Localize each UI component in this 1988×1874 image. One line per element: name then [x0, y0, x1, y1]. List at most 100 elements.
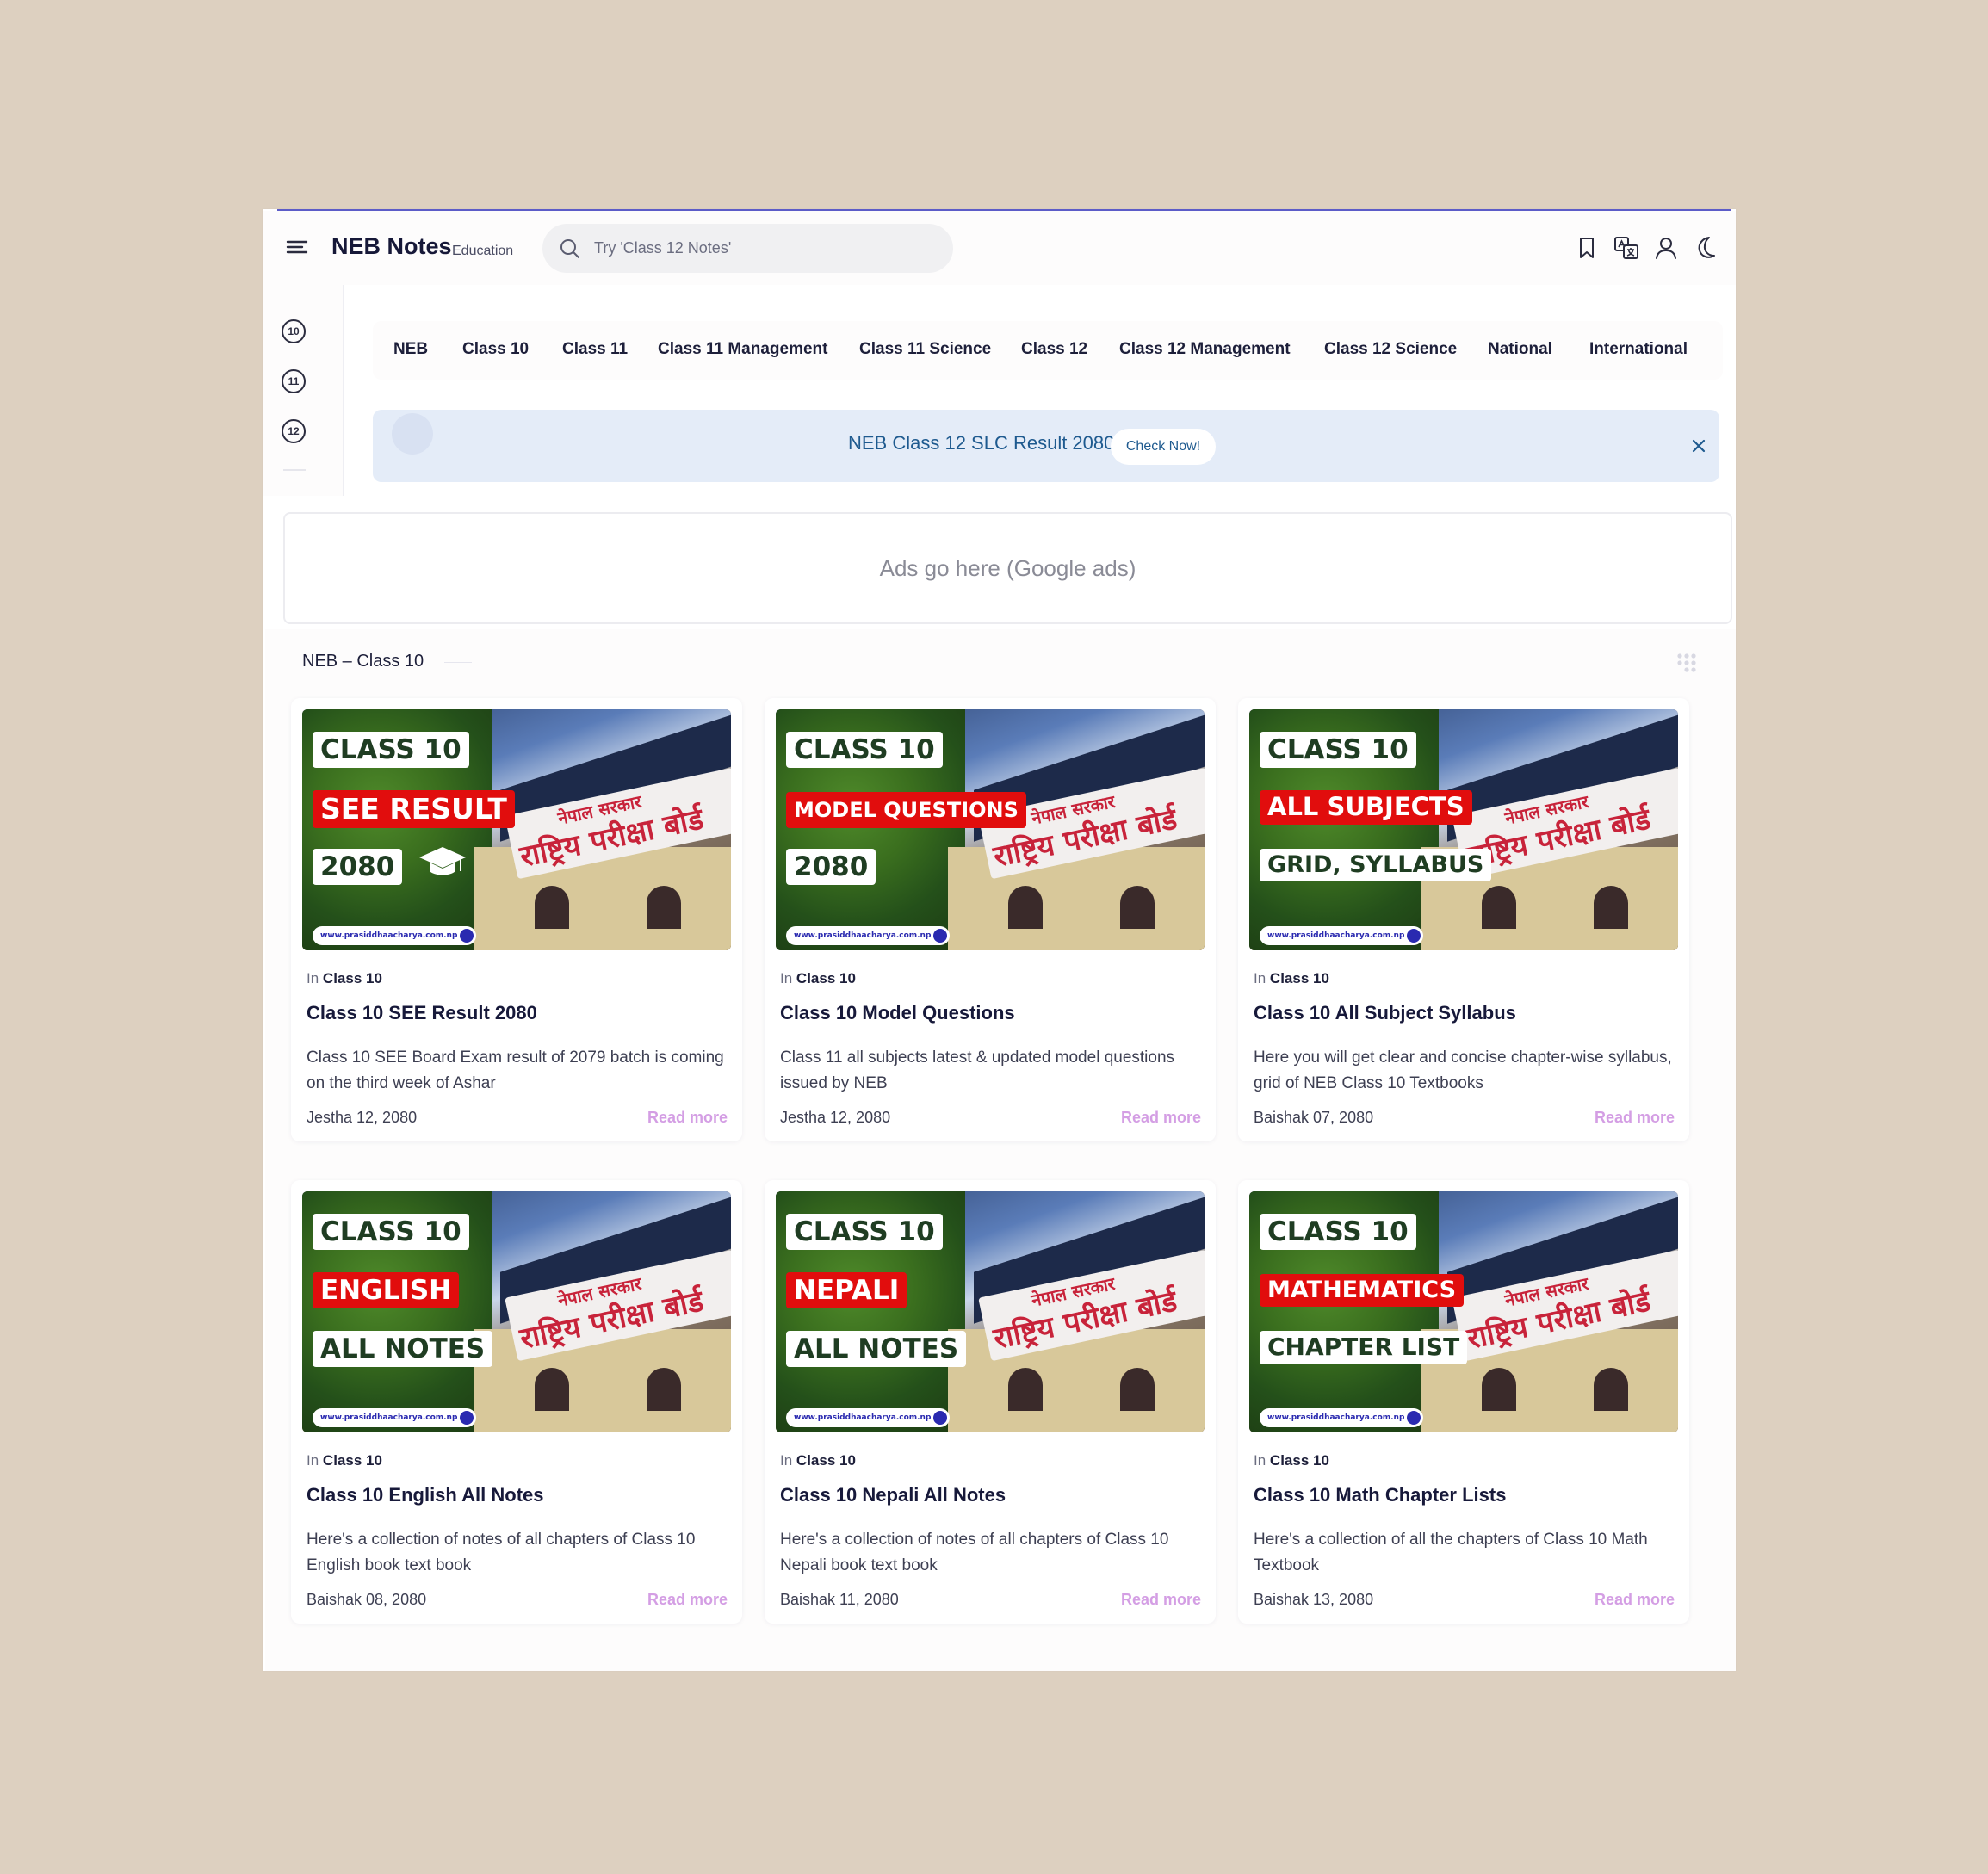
class-11-icon[interactable]: 11 [282, 369, 306, 393]
search-icon [560, 239, 579, 258]
nav-item-class-11[interactable]: Class 11 [562, 340, 628, 359]
post-title[interactable]: Class 10 All Subject Syllabus [1254, 1002, 1516, 1024]
thumbnail-window [1482, 1368, 1516, 1411]
thumbnail-wall [948, 1329, 1205, 1432]
thumb-label-sub: ALL NOTES [313, 1331, 493, 1368]
post-card[interactable]: नेपाल सरकार राष्ट्रिय परीक्षा बोर्ड CLAS… [1238, 1180, 1689, 1624]
post-title[interactable]: Class 10 English All Notes [307, 1484, 544, 1506]
announcement-bar: NEB Class 12 SLC Result 2080 Check Now! [373, 410, 1719, 482]
nav-item-class-12-management[interactable]: Class 12 Management [1119, 340, 1291, 359]
post-thumbnail[interactable]: नेपाल सरकार राष्ट्रिय परीक्षा बोर्ड CLAS… [1249, 709, 1678, 950]
nav-item-international[interactable]: International [1589, 340, 1688, 359]
thumb-label-topic: MODEL QUESTIONS [786, 792, 1026, 829]
post-date: Jestha 12, 2080 [780, 1109, 891, 1126]
announcement-text: NEB Class 12 SLC Result 2080 [848, 432, 1115, 454]
nav-item-national[interactable]: National [1488, 340, 1552, 359]
thumb-label-class: CLASS 10 [313, 1214, 469, 1251]
post-card[interactable]: नेपाल सरकार राष्ट्रिय परीक्षा बोर्ड CLAS… [1238, 698, 1689, 1141]
post-thumbnail[interactable]: नेपाल सरकार राष्ट्रिय परीक्षा बोर्ड CLAS… [776, 709, 1205, 950]
category-nav: NEB Class 10 Class 11 Class 11 Managemen… [373, 321, 1723, 380]
post-category: In Class 10 [780, 1452, 856, 1469]
moon-icon[interactable] [1692, 234, 1719, 262]
thumbnail-window [1594, 1368, 1628, 1411]
translate-icon[interactable] [1613, 234, 1640, 262]
nav-item-class-11-management[interactable]: Class 11 Management [658, 340, 827, 359]
post-thumbnail[interactable]: नेपाल सरकार राष्ट्रिय परीक्षा बोर्ड CLAS… [776, 1191, 1205, 1432]
graduation-cap-icon [419, 847, 466, 875]
thumbnail-wall [948, 847, 1205, 950]
site-url-pill: www.prasiddhaacharya.com.np [786, 1408, 950, 1427]
ad-placeholder-text: Ads go here (Google ads) [879, 555, 1136, 581]
post-category: In Class 10 [307, 970, 382, 986]
thumbnail-wall [474, 847, 731, 950]
post-card[interactable]: नेपाल सरकार राष्ट्रिय परीक्षा बोर्ड CLAS… [291, 698, 742, 1141]
nav-item-class-12[interactable]: Class 12 [1021, 340, 1087, 359]
post-category: In Class 10 [780, 970, 856, 986]
class-10-icon[interactable]: 10 [282, 319, 306, 343]
read-more-link[interactable]: Read more [1595, 1591, 1675, 1609]
menu-icon[interactable] [285, 237, 311, 257]
post-category: In Class 10 [1254, 970, 1329, 986]
grid-dots-icon[interactable] [1674, 650, 1700, 676]
search-input[interactable] [594, 224, 938, 273]
thumbnail-window [1120, 886, 1155, 929]
read-more-link[interactable]: Read more [1121, 1591, 1201, 1609]
post-date: Baishak 11, 2080 [780, 1591, 899, 1608]
search-icon [460, 929, 474, 943]
post-category: In Class 10 [1254, 1452, 1329, 1469]
class-12-icon[interactable]: 12 [282, 419, 306, 443]
read-more-link[interactable]: Read more [647, 1591, 728, 1609]
thumbnail-window [1594, 886, 1628, 929]
read-more-link[interactable]: Read more [1121, 1109, 1201, 1127]
post-card[interactable]: नेपाल सरकार राष्ट्रिय परीक्षा बोर्ड CLAS… [765, 1180, 1216, 1624]
post-date: Baishak 07, 2080 [1254, 1109, 1374, 1126]
sidebar-divider [283, 469, 306, 471]
search-icon [1407, 929, 1421, 943]
ad-slot: Ads go here (Google ads) [283, 512, 1732, 624]
bookmark-icon[interactable] [1573, 234, 1601, 262]
nav-item-class-10[interactable]: Class 10 [462, 340, 529, 359]
post-listing: NEB – Class 10 नेपाल सरकार राष्ट्रिय परी… [265, 629, 1736, 1671]
post-title[interactable]: Class 10 Model Questions [780, 1002, 1015, 1024]
post-thumbnail[interactable]: नेपाल सरकार राष्ट्रिय परीक्षा बोर्ड CLAS… [1249, 1191, 1678, 1432]
thumb-label-sub: ALL NOTES [786, 1331, 967, 1368]
thumb-label-class: CLASS 10 [1260, 732, 1416, 769]
thumb-label-sub: 2080 [313, 849, 403, 886]
read-more-link[interactable]: Read more [1595, 1109, 1675, 1127]
post-title[interactable]: Class 10 Math Chapter Lists [1254, 1484, 1506, 1506]
thumbnail-window [1008, 1368, 1043, 1411]
post-thumbnail[interactable]: नेपाल सरकार राष्ट्रिय परीक्षा बोर्ड CLAS… [302, 1191, 731, 1432]
site-url-pill: www.prasiddhaacharya.com.np [1260, 926, 1423, 945]
search-box[interactable] [542, 224, 953, 273]
thumbnail-window [647, 886, 681, 929]
brand-name[interactable]: NEB Notes [331, 233, 452, 260]
post-excerpt: Class 11 all subjects latest & updated m… [780, 1048, 1175, 1092]
post-card[interactable]: नेपाल सरकार राष्ट्रिय परीक्षा बोर्ड CLAS… [765, 698, 1216, 1141]
thumb-label-sub: 2080 [786, 849, 876, 886]
thumb-label-topic: SEE RESULT [313, 790, 515, 829]
thumb-label-topic: ALL SUBJECTS [1260, 790, 1472, 825]
close-icon[interactable] [1685, 432, 1712, 460]
brand-tagline: Education [452, 244, 514, 258]
post-title[interactable]: Class 10 Nepali All Notes [780, 1484, 1006, 1506]
announcement-decoration [392, 413, 433, 455]
breadcrumb-divider [444, 662, 472, 663]
thumb-label-topic: MATHEMATICS [1260, 1274, 1465, 1307]
nav-item-neb[interactable]: NEB [393, 340, 428, 359]
nav-item-class-11-science[interactable]: Class 11 Science [859, 340, 991, 359]
thumb-label-class: CLASS 10 [786, 732, 943, 769]
thumbnail-window [1120, 1368, 1155, 1411]
nav-item-class-12-science[interactable]: Class 12 Science [1324, 340, 1457, 359]
read-more-link[interactable]: Read more [647, 1109, 728, 1127]
post-category: In Class 10 [307, 1452, 382, 1469]
thumbnail-wall [474, 1329, 731, 1432]
thumb-label-topic: NEPALI [786, 1272, 907, 1309]
search-icon [933, 929, 947, 943]
thumb-label-class: CLASS 10 [313, 732, 469, 769]
class-sidebar: 10 11 12 [263, 285, 344, 496]
check-now-button[interactable]: Check Now! [1111, 429, 1216, 465]
post-thumbnail[interactable]: नेपाल सरकार राष्ट्रिय परीक्षा बोर्ड CLAS… [302, 709, 731, 950]
user-icon[interactable] [1652, 234, 1680, 262]
post-title[interactable]: Class 10 SEE Result 2080 [307, 1002, 537, 1024]
post-card[interactable]: नेपाल सरकार राष्ट्रिय परीक्षा बोर्ड CLAS… [291, 1180, 742, 1624]
